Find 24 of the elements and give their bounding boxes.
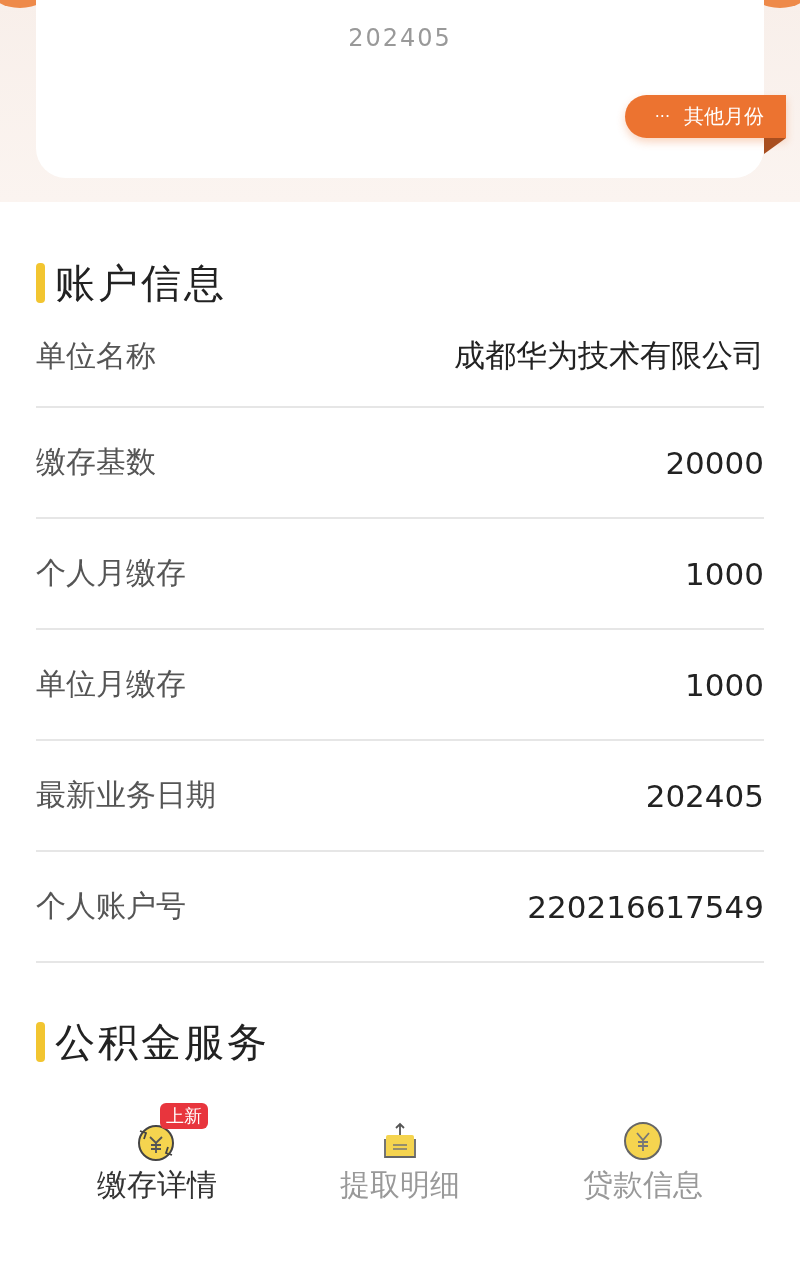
field-label: 最新业务日期 xyxy=(36,776,216,814)
ribbon-fold xyxy=(764,138,786,154)
section-marker xyxy=(36,1022,45,1062)
field-label: 缴存基数 xyxy=(36,443,156,481)
field-value: 成都华为技术有限公司 xyxy=(454,336,764,375)
field-value: 220216617549 xyxy=(527,888,764,925)
field-value: 202405 xyxy=(645,777,764,814)
section-title: 公积金服务 xyxy=(55,1017,270,1067)
service-item[interactable]: 上新 缴存详情 xyxy=(56,1099,257,1207)
field-value: 1000 xyxy=(685,555,764,592)
service-item[interactable]: 提取明细 xyxy=(300,1099,500,1207)
other-months-button[interactable]: ··· 其他月份 xyxy=(624,95,786,138)
field-label: 个人月缴存 xyxy=(36,554,186,592)
field-label: 个人账户号 xyxy=(36,887,186,925)
service-item[interactable]: 贷款信息 xyxy=(543,1099,744,1207)
coin-icon xyxy=(623,1121,664,1161)
field-label: 单位月缴存 xyxy=(36,665,186,703)
month-text: 202405 xyxy=(348,24,452,52)
field-value: 20000 xyxy=(665,444,764,481)
new-badge: 上新 xyxy=(159,1103,208,1129)
section-title: 账户信息 xyxy=(55,258,227,308)
section-marker xyxy=(36,263,45,303)
field-value: 1000 xyxy=(685,666,764,703)
field-label: 单位名称 xyxy=(36,336,156,375)
